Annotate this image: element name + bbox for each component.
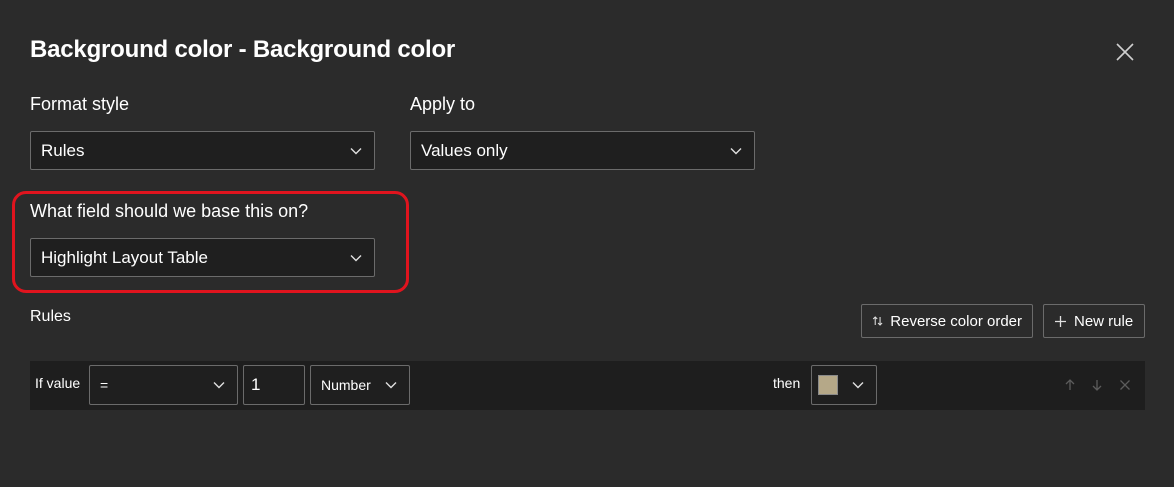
new-rule-button[interactable]: New rule bbox=[1043, 304, 1145, 338]
dialog-title: Background color - Background color bbox=[30, 36, 456, 63]
chevron-down-icon bbox=[730, 147, 742, 154]
format-style-value: Rules bbox=[41, 140, 85, 160]
apply-to-dropdown[interactable]: Values only bbox=[410, 131, 755, 170]
chevron-down-icon bbox=[350, 254, 362, 261]
operator-dropdown[interactable]: = bbox=[89, 365, 238, 405]
operator-value: = bbox=[100, 377, 109, 393]
reverse-color-order-button[interactable]: Reverse color order bbox=[861, 304, 1033, 338]
base-field-value: Highlight Layout Table bbox=[41, 247, 208, 267]
reverse-color-order-label: Reverse color order bbox=[890, 312, 1022, 330]
base-field-dropdown[interactable]: Highlight Layout Table bbox=[30, 238, 375, 277]
chevron-down-icon bbox=[213, 382, 225, 389]
close-icon[interactable] bbox=[1113, 40, 1137, 64]
format-style-dropdown[interactable]: Rules bbox=[30, 131, 375, 170]
chevron-down-icon bbox=[350, 147, 362, 154]
swap-vertical-icon bbox=[872, 316, 883, 326]
delete-rule-icon[interactable] bbox=[1118, 378, 1132, 392]
color-swatch bbox=[818, 375, 838, 395]
chevron-down-icon bbox=[385, 382, 397, 389]
move-up-icon[interactable] bbox=[1063, 378, 1077, 392]
plus-icon bbox=[1055, 315, 1066, 327]
then-label: then bbox=[773, 375, 801, 391]
chevron-down-icon bbox=[852, 382, 864, 389]
apply-to-value: Values only bbox=[421, 140, 508, 160]
move-down-icon[interactable] bbox=[1090, 378, 1104, 392]
new-rule-label: New rule bbox=[1074, 312, 1134, 330]
base-field-label: What field should we base this on? bbox=[30, 201, 309, 221]
if-value-label: If value bbox=[35, 375, 81, 391]
value-type-dropdown[interactable]: Number bbox=[310, 365, 410, 405]
value-type-value: Number bbox=[321, 377, 371, 393]
rule-value-input[interactable] bbox=[243, 365, 305, 405]
format-style-label: Format style bbox=[30, 94, 130, 114]
color-picker-dropdown[interactable] bbox=[811, 365, 877, 405]
apply-to-label: Apply to bbox=[410, 94, 476, 114]
rules-label: Rules bbox=[30, 308, 71, 325]
